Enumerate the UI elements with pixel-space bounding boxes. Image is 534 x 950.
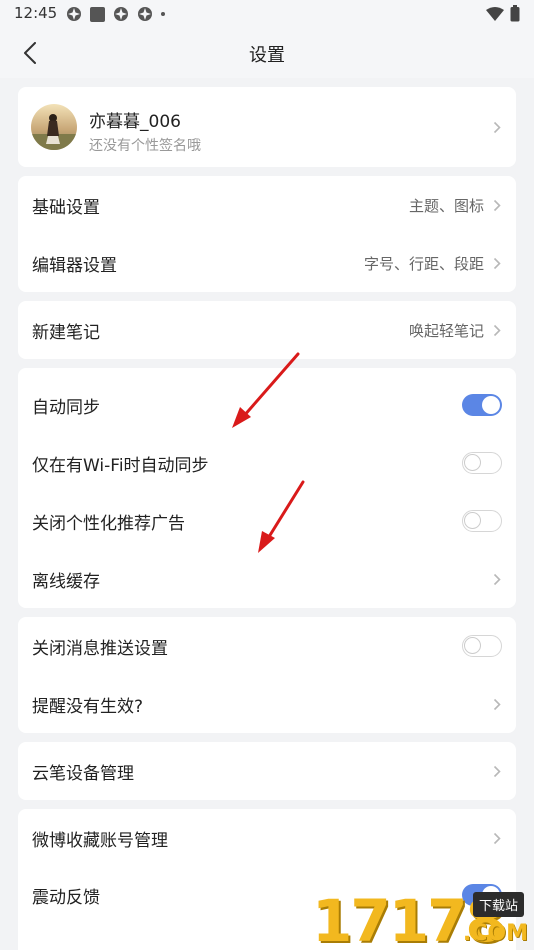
chevron-right-icon: [492, 572, 502, 586]
chevron-right-icon: [492, 120, 502, 134]
status-bar: 12:45: [0, 0, 534, 28]
wifi-only-sync-toggle[interactable]: [462, 452, 502, 474]
app-notification-icon: [67, 7, 81, 21]
watermark-tag: 下载站: [472, 892, 524, 917]
row-label: 离线缓存: [32, 571, 100, 592]
chevron-right-icon: [492, 764, 502, 778]
auto-sync-row: 自动同步: [18, 376, 516, 434]
new-note-row[interactable]: 新建笔记 唤起轻笔记: [18, 301, 516, 359]
page-title: 设置: [249, 45, 285, 66]
settings-group-notifications: 关闭消息推送设置 提醒没有生效?: [18, 617, 516, 733]
chevron-right-icon: [492, 323, 502, 337]
app-notification-icon: [114, 7, 128, 21]
profile-name: 亦暮暮_006: [89, 112, 181, 132]
row-label: 自动同步: [32, 397, 100, 418]
row-label: 微博收藏账号管理: [32, 830, 168, 851]
profile-card[interactable]: 亦暮暮_006 还没有个性签名哦: [18, 87, 516, 167]
settings-screen: 12:45 设置 亦暮暮_006 还没有个性签名哦 基础设置 主题、图标 编辑器…: [0, 0, 534, 950]
disable-push-toggle[interactable]: [462, 635, 502, 657]
row-label: 关闭消息推送设置: [32, 638, 168, 659]
pen-device-management-row[interactable]: 云笔设备管理: [18, 742, 516, 800]
site-watermark: 17178 下载站 .COM: [308, 886, 534, 950]
row-label: 云笔设备管理: [32, 763, 134, 784]
settings-group-sync: 自动同步 仅在有Wi-Fi时自动同步 关闭个性化推荐广告 离线缓存: [18, 368, 516, 608]
chevron-right-icon: [492, 831, 502, 845]
notification-icons: [66, 6, 165, 22]
row-label: 提醒没有生效?: [32, 696, 144, 717]
app-notification-icon: [138, 7, 152, 21]
basic-settings-row[interactable]: 基础设置 主题、图标: [18, 176, 516, 234]
disable-personalized-ads-toggle[interactable]: [462, 510, 502, 532]
chevron-right-icon: [492, 256, 502, 270]
settings-group-new-note: 新建笔记 唤起轻笔记: [18, 301, 516, 359]
reminder-help-row[interactable]: 提醒没有生效?: [18, 675, 516, 733]
offline-cache-row[interactable]: 离线缓存: [18, 550, 516, 608]
auto-sync-toggle[interactable]: [462, 394, 502, 416]
profile-signature: 还没有个性签名哦: [89, 138, 201, 154]
chevron-right-icon: [492, 697, 502, 711]
weibo-account-row[interactable]: 微博收藏账号管理: [18, 809, 516, 867]
editor-settings-row[interactable]: 编辑器设置 字号、行距、段距: [18, 234, 516, 292]
top-bar: 设置: [0, 28, 534, 78]
settings-group-basic: 基础设置 主题、图标 编辑器设置 字号、行距、段距: [18, 176, 516, 292]
row-value: 字号、行距、段距: [363, 254, 484, 273]
row-value: 唤起轻笔记: [408, 321, 484, 340]
chevron-right-icon: [492, 198, 502, 212]
row-label: 编辑器设置: [32, 255, 117, 276]
row-label: 基础设置: [32, 197, 100, 218]
watermark-suffix: .COM: [462, 921, 528, 946]
row-label: 仅在有Wi-Fi时自动同步: [32, 455, 209, 476]
disable-push-row: 关闭消息推送设置: [18, 617, 516, 675]
settings-group-devices: 云笔设备管理: [18, 742, 516, 800]
system-icons: [486, 5, 520, 22]
disable-personalized-ads-row: 关闭个性化推荐广告: [18, 492, 516, 550]
more-notifications-icon: [161, 12, 165, 16]
row-label: 新建笔记: [32, 322, 100, 343]
app-notification-icon: [90, 6, 105, 22]
wifi-icon: [486, 6, 504, 21]
avatar[interactable]: [31, 104, 77, 150]
row-label: 关闭个性化推荐广告: [32, 513, 185, 534]
battery-icon: [510, 5, 520, 22]
row-value: 主题、图标: [408, 196, 484, 215]
status-time: 12:45: [14, 4, 58, 22]
wifi-only-sync-row: 仅在有Wi-Fi时自动同步: [18, 434, 516, 492]
